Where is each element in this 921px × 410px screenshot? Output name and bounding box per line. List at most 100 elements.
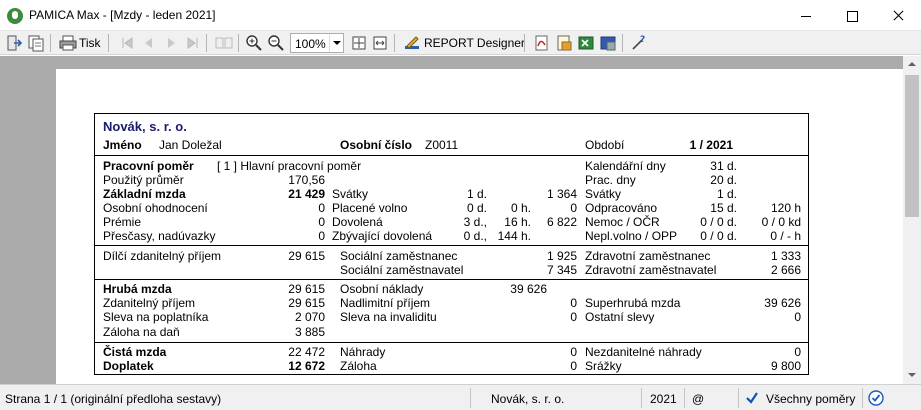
printer-icon[interactable] (59, 34, 77, 52)
exit-icon[interactable] (5, 34, 23, 52)
tax-advance-label: Záloha na daň (103, 325, 180, 339)
checkmark-icon (746, 392, 758, 404)
payout-label: Doplatek (103, 359, 154, 373)
overtime-value: 0 (318, 229, 325, 243)
sick-days: 0 / 0 d. (700, 215, 737, 229)
export-pdf-icon[interactable] (533, 34, 551, 52)
minimize-button[interactable] (783, 0, 829, 31)
export-excel-icon[interactable] (577, 34, 595, 52)
unpaid-leave-days: 0 / 0 d. (700, 229, 737, 243)
status-separator (862, 388, 863, 408)
remaining-vacation-label: Zbývající dovolená (332, 229, 433, 243)
personal-evaluation-label: Osobní ohodnocení (103, 201, 208, 215)
unpaid-leave-hours: 0 / - h (770, 229, 801, 243)
holidays-days-label: Svátky (585, 187, 622, 201)
vertical-scrollbar[interactable] (903, 56, 921, 384)
taxpayer-discount-value: 2 070 (294, 310, 325, 324)
divider (95, 342, 808, 343)
compensation-label: Náhrady (340, 345, 386, 359)
personal-costs-label: Osobní náklady (340, 282, 424, 296)
status-separator (684, 388, 685, 408)
scrollbar-thumb[interactable] (905, 75, 919, 217)
report-designer-button[interactable]: REPORT Designer (424, 36, 525, 50)
deductions-label: Srážky (585, 359, 622, 373)
previous-page-icon[interactable] (140, 34, 158, 52)
window-title: PAMICA Max - [Mzdy - leden 2021] (29, 8, 216, 22)
health-employee-label: Zdravotní zaměstnanec (585, 249, 711, 263)
status-at-symbol: @ (692, 392, 705, 406)
export-image-icon[interactable] (555, 34, 573, 52)
fit-width-icon[interactable] (371, 34, 389, 52)
other-discounts-value: 0 (794, 310, 801, 324)
social-employer-value: 7 345 (546, 263, 577, 277)
bonus-value: 0 (318, 215, 325, 229)
status-separator (641, 388, 642, 408)
employment-value: [ 1 ] Hlavní pracovní poměr (217, 159, 362, 173)
toolbar-separator (394, 34, 395, 52)
partial-taxable-label: Dílčí zdanitelný příjem (103, 249, 222, 263)
tax-advance-value: 3 885 (294, 325, 325, 339)
calendar-days-label: Kalendářní dny (585, 159, 666, 173)
health-employee-value: 1 333 (770, 249, 801, 263)
toolbar-separator (50, 34, 51, 52)
zoom-out-icon[interactable] (267, 34, 285, 52)
maximize-button[interactable] (829, 0, 875, 31)
holidays-amount: 1 364 (546, 187, 577, 201)
paid-leave-hours: 0 h. (510, 201, 531, 215)
chevron-down-icon[interactable] (329, 34, 343, 52)
used-average-value: 170,56 (288, 173, 325, 187)
two-pages-icon[interactable] (215, 34, 233, 52)
fit-page-icon[interactable] (350, 34, 368, 52)
unpaid-leave-label: Nepl.volno / OPP (585, 229, 678, 243)
check-circle-icon[interactable] (868, 390, 884, 406)
status-filter[interactable]: Všechny poměry (766, 392, 855, 406)
scroll-up-icon[interactable] (903, 56, 921, 73)
zoom-in-icon[interactable] (245, 34, 263, 52)
next-page-icon[interactable] (162, 34, 180, 52)
zoom-select[interactable]: 100% (290, 33, 344, 53)
paid-leave-amount: 0 (570, 201, 577, 215)
status-bar: Strana 1 / 1 (originální předloha sestav… (0, 384, 921, 410)
last-page-icon[interactable] (184, 34, 202, 52)
toolbar: Tisk 100% REPORT Designer ? (0, 31, 921, 55)
print-button[interactable]: Tisk (79, 36, 101, 50)
vacation-hours: 16 h. (504, 215, 531, 229)
export-word-icon[interactable] (599, 34, 617, 52)
help-icon[interactable]: ? (630, 34, 648, 52)
report-designer-icon[interactable] (403, 34, 421, 52)
worked-label: Odpracováno (585, 201, 658, 215)
over-limit-value: 0 (570, 296, 577, 310)
personal-number-label: Osobní číslo (340, 138, 413, 152)
paid-leave-label: Placené volno (332, 201, 408, 215)
holidays-days: 1 d. (466, 187, 487, 201)
first-page-icon[interactable] (118, 34, 136, 52)
payout-value: 12 672 (288, 359, 325, 373)
toolbar-separator (524, 34, 525, 52)
report-page: Novák, s. r. o. Jméno Jan Doležal Osobní… (56, 69, 903, 384)
disability-discount-label: Sleva na invaliditu (340, 310, 437, 324)
net-wage-value: 22 472 (288, 345, 325, 359)
calendar-days-value: 31 d. (710, 159, 737, 173)
vacation-amount: 6 822 (546, 215, 577, 229)
taxable-income-value: 29 615 (288, 296, 325, 310)
net-wage-label: Čistá mzda (103, 345, 167, 359)
worked-hours: 120 h (770, 201, 801, 215)
bonus-label: Prémie (103, 215, 142, 229)
supergross-label: Superhrubá mzda (585, 296, 681, 310)
report-viewer[interactable]: Novák, s. r. o. Jméno Jan Doležal Osobní… (0, 56, 903, 384)
name-value: Jan Doležal (159, 138, 222, 152)
payslip-report: Novák, s. r. o. Jméno Jan Doležal Osobní… (94, 113, 809, 375)
close-button[interactable] (875, 0, 921, 31)
toolbar-separator (622, 34, 623, 52)
sick-kd: 0 / 0 kd (761, 215, 801, 229)
period-value: 1 / 2021 (689, 138, 733, 152)
scroll-down-icon[interactable] (903, 367, 921, 384)
over-limit-label: Nadlimitní příjem (340, 296, 431, 310)
gross-wage-label: Hrubá mzda (103, 282, 172, 296)
health-employer-value: 2 666 (770, 263, 801, 277)
name-label: Jméno (103, 138, 142, 152)
advance-value: 0 (570, 359, 577, 373)
base-wage-label: Základní mzda (103, 187, 186, 201)
social-employee-label: Sociální zaměstnanec (340, 249, 458, 263)
page-setup-icon[interactable] (27, 34, 45, 52)
